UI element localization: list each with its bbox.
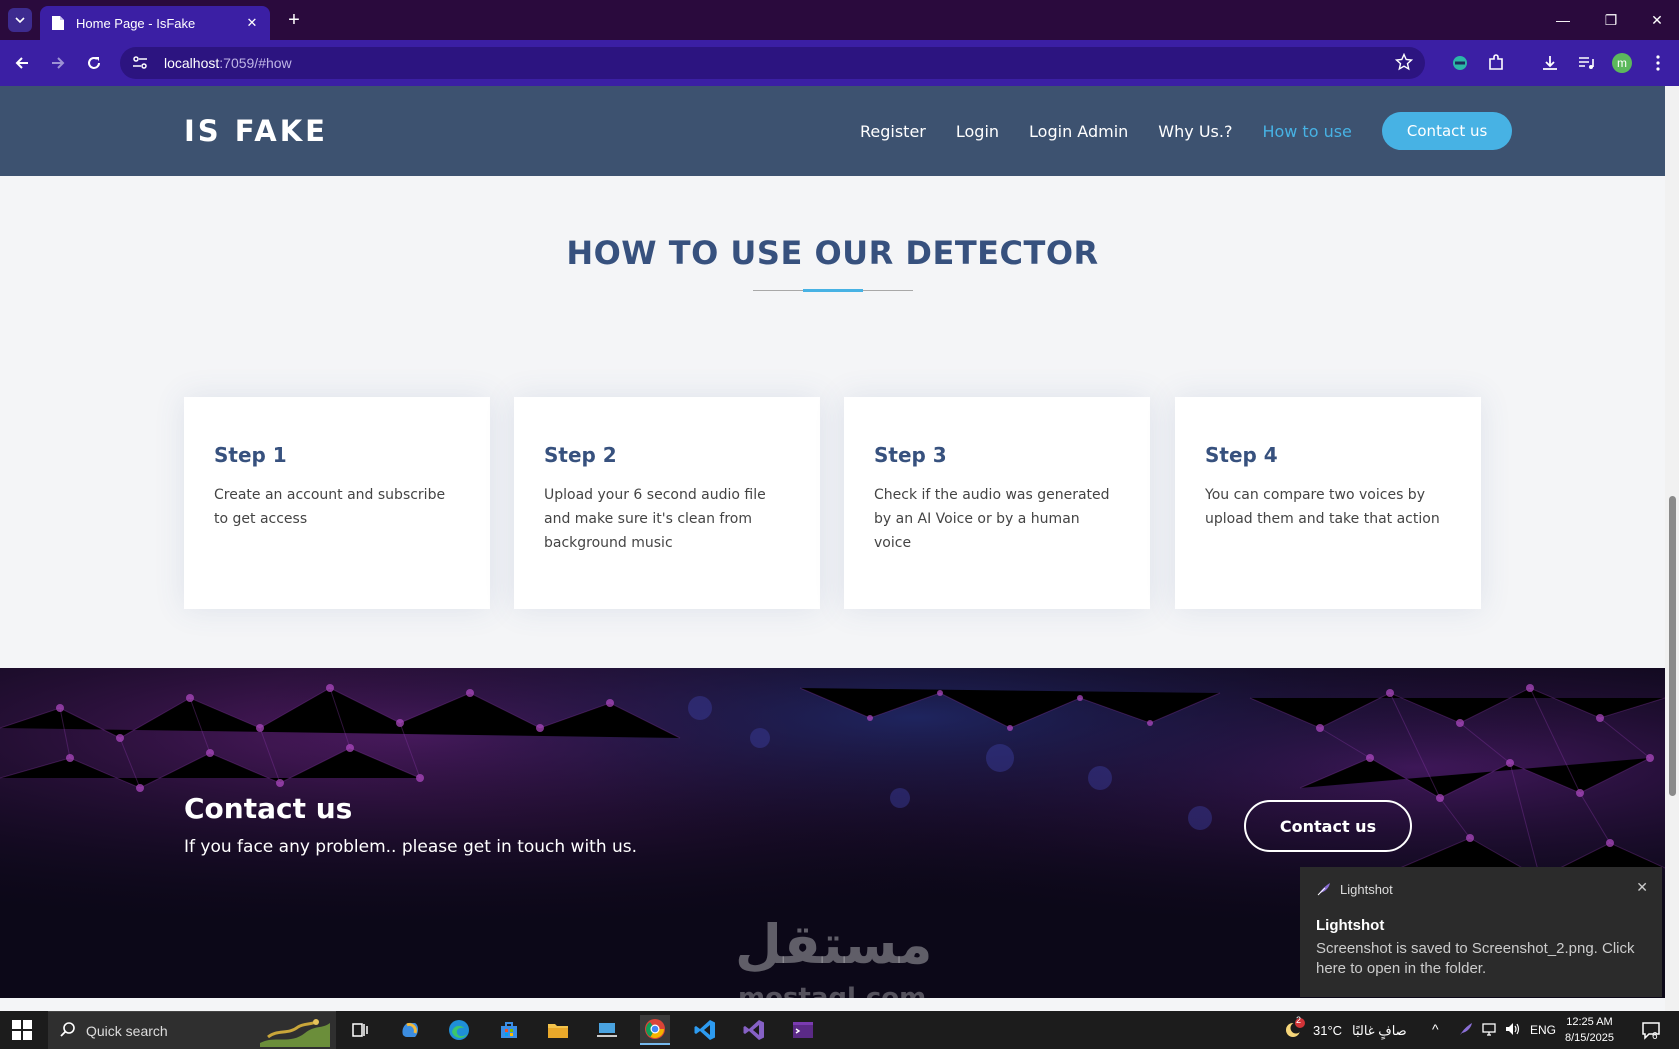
taskbar-search[interactable]: Quick search: [48, 1011, 336, 1049]
step-title: Step 2: [544, 443, 617, 467]
task-view-icon[interactable]: [345, 1015, 375, 1045]
page-scrollbar[interactable]: [1665, 86, 1679, 1011]
step-title: Step 1: [214, 443, 287, 467]
menu-kebab-icon[interactable]: [1646, 51, 1670, 75]
microsoft-store-icon[interactable]: [494, 1015, 524, 1045]
address-bar[interactable]: localhost:7059/#how: [120, 47, 1425, 79]
remote-desktop-icon[interactable]: [592, 1015, 622, 1045]
url-host: localhost: [164, 55, 220, 71]
watermark-logo: مستقل: [735, 913, 933, 976]
step-description: Create an account and subscribe to get a…: [214, 487, 446, 527]
step-card: Step 4 You can compare two voices by upl…: [1175, 397, 1481, 609]
input-language[interactable]: ENG: [1530, 1023, 1556, 1037]
close-icon[interactable]: ✕: [1636, 879, 1648, 896]
notifications-icon[interactable]: [1636, 1015, 1666, 1045]
nav-contact-button[interactable]: Contact us: [1381, 112, 1513, 150]
forward-button[interactable]: [46, 51, 70, 75]
weather-description[interactable]: صافٍ غالبًا: [1352, 1023, 1407, 1039]
step-description: Check if the audio was generated by an A…: [874, 487, 1110, 551]
back-button[interactable]: [10, 51, 34, 75]
close-tab-icon[interactable]: ✕: [244, 16, 260, 31]
site-logo[interactable]: IS FAKE: [184, 114, 328, 148]
minimize-button[interactable]: —: [1548, 8, 1578, 32]
tab-search-button[interactable]: [8, 8, 32, 32]
site-header: IS FAKE Register Login Login Admin Why U…: [0, 86, 1665, 176]
weather-badge: 2: [1296, 1015, 1302, 1025]
nav-login-admin[interactable]: Login Admin: [1029, 122, 1128, 141]
nav-register[interactable]: Register: [860, 122, 926, 141]
steps-grid: Step 1 Create an account and subscribe t…: [184, 397, 1481, 609]
section-title: HOW TO USE OUR DETECTOR: [566, 234, 1099, 272]
browser-tab-active[interactable]: Home Page - IsFake ✕: [40, 6, 270, 40]
clock-date: 8/15/2025: [1565, 1032, 1614, 1044]
search-placeholder: Quick search: [86, 1022, 168, 1039]
search-highlight-illustration: [260, 1019, 330, 1047]
page-icon: [50, 15, 66, 31]
title-accent-bar: [803, 289, 863, 292]
edge-browser-icon[interactable]: [444, 1015, 474, 1045]
url-path: :7059/#how: [219, 55, 292, 71]
lightshot-tray-icon[interactable]: [1456, 1017, 1476, 1041]
step-description: You can compare two voices by upload the…: [1205, 487, 1440, 527]
toast-app-name: Lightshot: [1340, 881, 1393, 897]
system-clock[interactable]: 12:25 AM 8/15/2025: [1565, 1014, 1614, 1046]
weather-icon[interactable]: [1278, 1015, 1308, 1045]
site-info-icon[interactable]: [132, 56, 152, 70]
chrome-icon[interactable]: [640, 1015, 670, 1045]
copilot-icon[interactable]: [395, 1015, 425, 1045]
close-window-button[interactable]: ✕: [1642, 8, 1672, 32]
toast-message[interactable]: Screenshot is saved to Screenshot_2.png.…: [1316, 939, 1636, 979]
contact-title: Contact us: [184, 792, 353, 825]
main-nav: Register Login Login Admin Why Us.? How …: [860, 86, 1513, 176]
step-card: Step 3 Check if the audio was generated …: [844, 397, 1150, 609]
bookmark-star-icon[interactable]: [1394, 52, 1414, 75]
toast-header: Lightshot: [1316, 881, 1393, 897]
toast-title: Lightshot: [1316, 917, 1385, 934]
extension-icon[interactable]: [1448, 51, 1472, 75]
step-title: Step 4: [1205, 443, 1278, 467]
watermark-text: mostaql.com: [738, 983, 927, 998]
clock-time: 12:25 AM: [1566, 1016, 1613, 1028]
search-icon: [60, 1021, 76, 1041]
feather-icon: [1316, 881, 1332, 897]
notification-count: 6: [1652, 1031, 1658, 1042]
step-card: Step 1 Create an account and subscribe t…: [184, 397, 490, 609]
scrollbar-thumb[interactable]: [1669, 496, 1676, 796]
step-description: Upload your 6 second audio file and make…: [544, 487, 766, 551]
nav-why-us[interactable]: Why Us.?: [1158, 122, 1232, 141]
browser-tab-strip: Home Page - IsFake ✕ + — ❐ ✕: [0, 0, 1679, 40]
vscode-icon[interactable]: [690, 1015, 720, 1045]
taskbar: Quick search 2 31°C صافٍ غالبًا ^ ENG 12…: [0, 1011, 1679, 1049]
step-title: Step 3: [874, 443, 947, 467]
weather-temperature[interactable]: 31°C: [1313, 1023, 1342, 1038]
network-icon[interactable]: [1480, 1017, 1500, 1041]
media-controls-icon[interactable]: [1574, 51, 1598, 75]
reload-button[interactable]: [82, 51, 106, 75]
restore-button[interactable]: ❐: [1596, 8, 1626, 32]
download-icon[interactable]: [1538, 51, 1562, 75]
new-tab-button[interactable]: +: [282, 8, 306, 32]
profile-avatar[interactable]: m: [1612, 53, 1632, 73]
notification-toast[interactable]: Lightshot ✕ Lightshot Screenshot is save…: [1300, 867, 1662, 997]
tab-title: Home Page - IsFake: [76, 15, 196, 31]
step-card: Step 2 Upload your 6 second audio file a…: [514, 397, 820, 609]
visual-studio-icon[interactable]: [739, 1015, 769, 1045]
contact-button[interactable]: Contact us: [1244, 800, 1412, 852]
volume-icon[interactable]: [1503, 1017, 1523, 1041]
nav-login[interactable]: Login: [956, 122, 999, 141]
extensions-puzzle-icon[interactable]: [1484, 51, 1508, 75]
file-explorer-icon[interactable]: [543, 1015, 573, 1045]
windows-start-icon[interactable]: [12, 1020, 32, 1044]
url-text: localhost:7059/#how: [164, 55, 292, 71]
contact-subtitle: If you face any problem.. please get in …: [184, 837, 638, 857]
browser-toolbar: localhost:7059/#how: [0, 40, 1679, 86]
nav-how-to-use[interactable]: How to use: [1262, 122, 1351, 141]
terminal-icon[interactable]: [788, 1015, 818, 1045]
chevron-up-icon[interactable]: ^: [1432, 1021, 1439, 1037]
